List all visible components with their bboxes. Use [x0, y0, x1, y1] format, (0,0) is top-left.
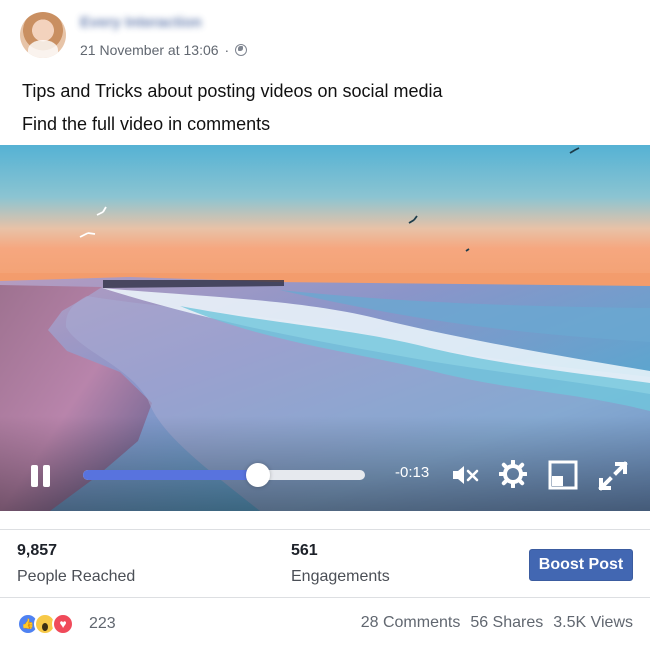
- fullscreen-icon[interactable]: [597, 460, 629, 492]
- post-text-line: Find the full video in comments: [22, 114, 271, 134]
- people-reached-stat: 9,857 People Reached: [17, 542, 135, 586]
- post-meta: 21 November at 13:06 ·: [80, 42, 248, 58]
- progress-thumb[interactable]: [245, 463, 270, 487]
- post-header: Every Interaction 21 November at 13:06 ·: [0, 0, 650, 70]
- globe-icon[interactable]: [235, 44, 248, 56]
- engagements-label: Engagements: [291, 568, 390, 585]
- engagements-stat: 561 Engagements: [291, 542, 390, 586]
- engagement-counts: 28 Comments 56 Shares 3.5K Views: [361, 614, 633, 632]
- love-icon[interactable]: [52, 613, 74, 635]
- engagements-value: 561: [291, 542, 318, 559]
- meta-separator: ·: [224, 42, 230, 58]
- shares-count[interactable]: 56 Shares: [470, 614, 543, 632]
- author-name[interactable]: Every Interaction: [80, 14, 202, 31]
- reaction-summary[interactable]: 223: [17, 610, 116, 638]
- boost-post-button[interactable]: Boost Post: [529, 549, 633, 581]
- mute-icon[interactable]: [452, 464, 482, 486]
- progress-fill: [83, 470, 258, 480]
- pause-icon[interactable]: [30, 464, 54, 490]
- post-text: Tips and Tricks about posting videos on …: [22, 75, 443, 141]
- reaction-count[interactable]: 223: [89, 615, 116, 633]
- progress-bar[interactable]: [83, 470, 365, 480]
- time-remaining: -0:13: [395, 464, 430, 481]
- pip-icon[interactable]: [548, 460, 578, 490]
- post-insights: 9,857 People Reached 561 Engagements Boo…: [0, 529, 650, 598]
- people-reached-label: People Reached: [17, 568, 136, 585]
- comments-count[interactable]: 28 Comments: [361, 614, 461, 632]
- people-reached-value: 9,857: [17, 542, 58, 559]
- post-timestamp[interactable]: 21 November at 13:06: [80, 42, 219, 58]
- reaction-icons[interactable]: [17, 610, 89, 638]
- author-avatar[interactable]: [20, 12, 66, 58]
- gear-icon[interactable]: [499, 460, 527, 488]
- post-text-line: Tips and Tricks about posting videos on …: [22, 81, 443, 101]
- views-count[interactable]: 3.5K Views: [553, 614, 633, 632]
